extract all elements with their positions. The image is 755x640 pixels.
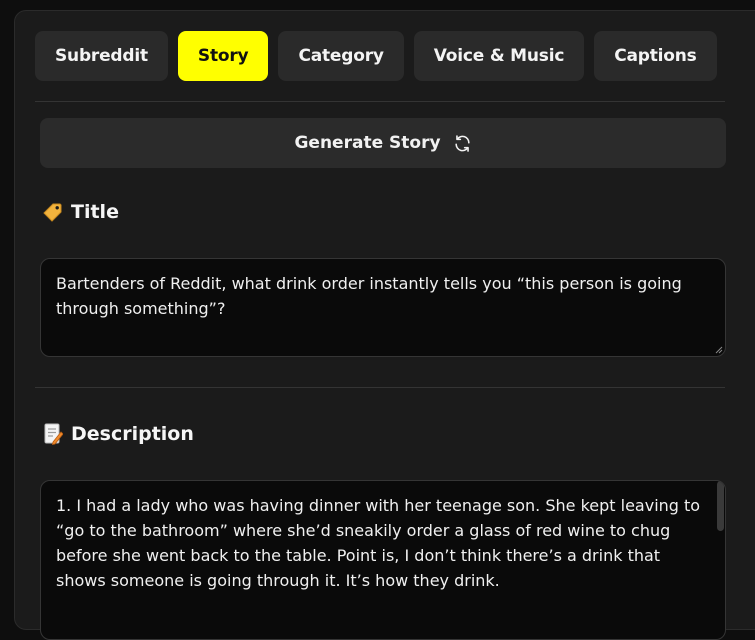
tab-bar: Subreddit Story Category Voice & Music C… <box>35 31 717 81</box>
refresh-icon <box>453 134 472 153</box>
tab-subreddit[interactable]: Subreddit <box>35 31 168 81</box>
tab-story[interactable]: Story <box>177 31 269 81</box>
title-label: Title <box>71 201 119 223</box>
description-heading: Description <box>43 423 194 445</box>
title-heading: Title <box>43 201 119 223</box>
description-label: Description <box>71 423 194 445</box>
description-scrollbar[interactable] <box>717 481 724 531</box>
tab-captions[interactable]: Captions <box>594 31 717 81</box>
description-textarea[interactable]: 1. I had a lady who was having dinner wi… <box>40 480 726 640</box>
tag-icon <box>43 202 63 222</box>
title-textarea[interactable]: Bartenders of Reddit, what drink order i… <box>40 258 726 357</box>
title-text: Bartenders of Reddit, what drink order i… <box>56 274 682 318</box>
section-divider <box>35 387 725 388</box>
tab-voice-music[interactable]: Voice & Music <box>413 31 585 81</box>
tab-divider <box>35 101 725 102</box>
description-text: 1. I had a lady who was having dinner wi… <box>56 496 701 590</box>
generate-story-button[interactable]: Generate Story <box>40 118 726 168</box>
memo-icon <box>43 423 63 445</box>
story-panel: Subreddit Story Category Voice & Music C… <box>14 10 755 640</box>
resize-handle-icon[interactable] <box>715 346 723 354</box>
generate-story-label: Generate Story <box>294 133 441 153</box>
tab-category[interactable]: Category <box>278 31 404 81</box>
